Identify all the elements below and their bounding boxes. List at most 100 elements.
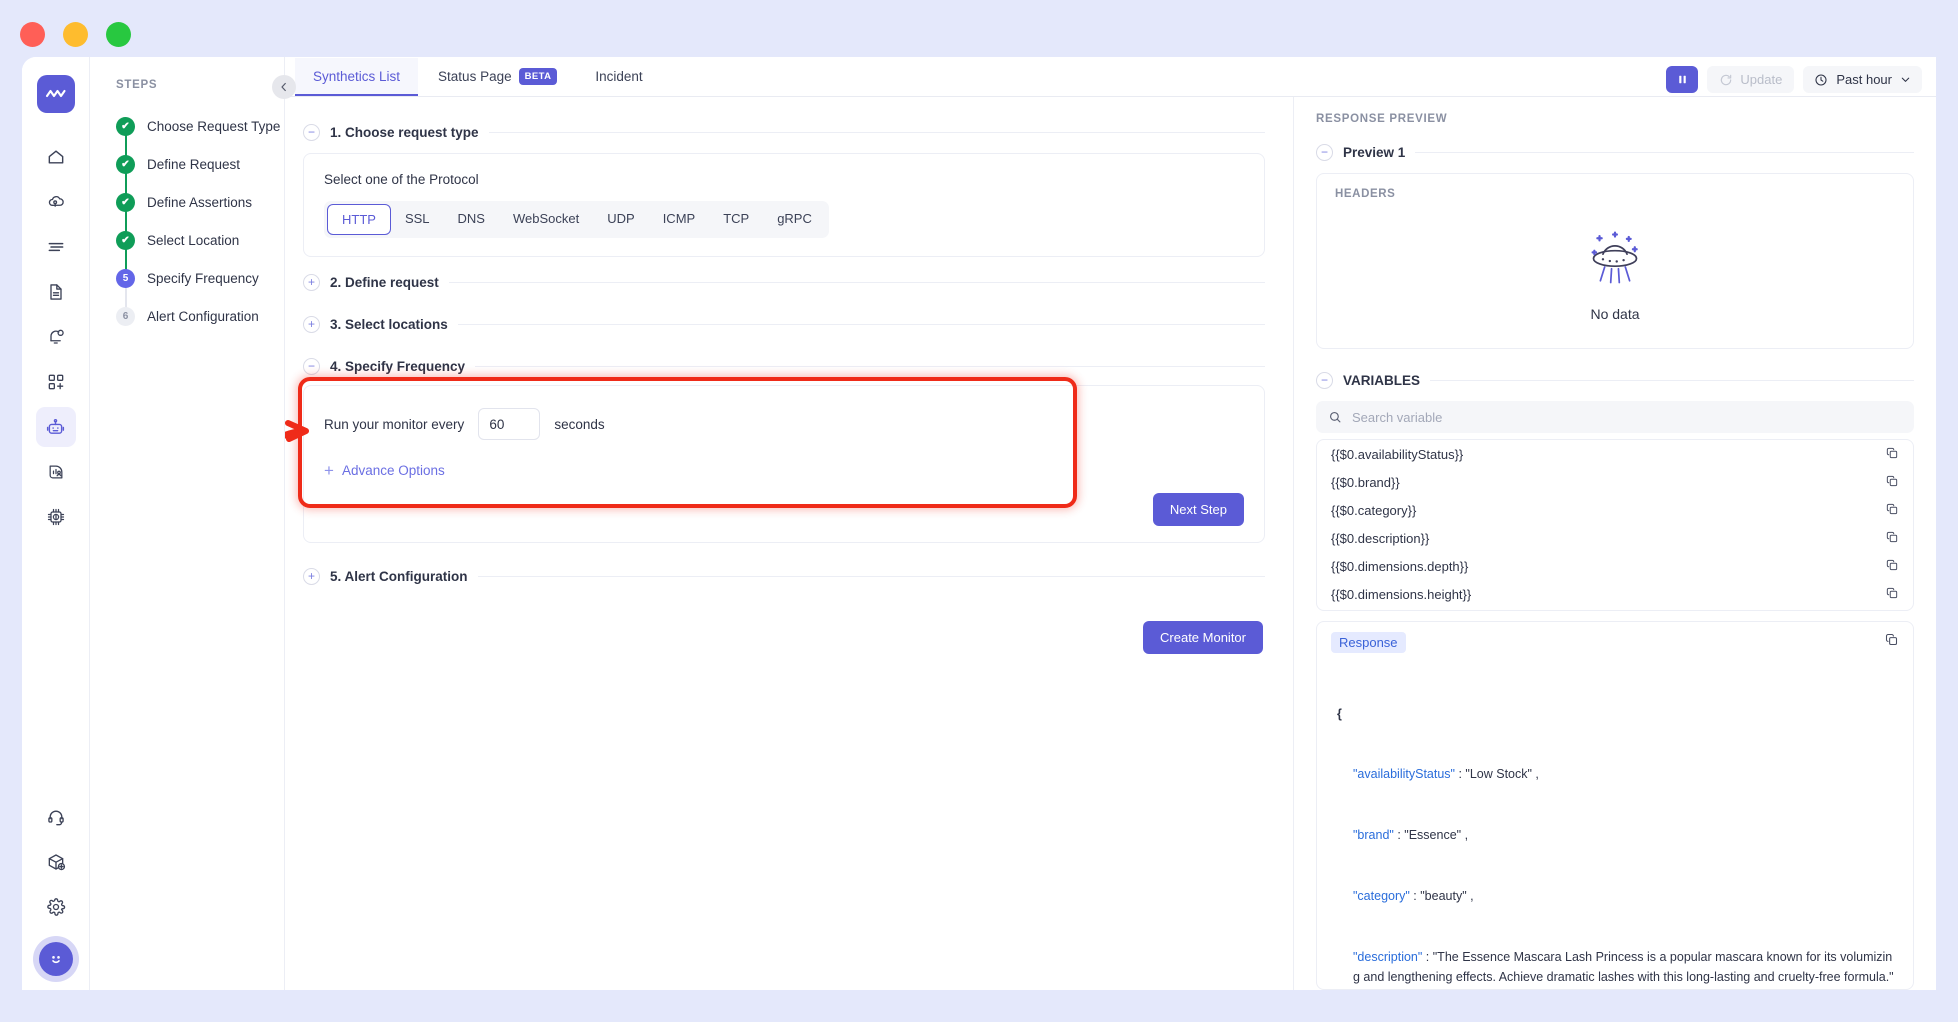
- protocol-option-grpc[interactable]: gRPC: [763, 204, 826, 235]
- frequency-input[interactable]: [478, 408, 540, 440]
- variable-row[interactable]: {{$0.description}}: [1317, 524, 1913, 552]
- app-logo-icon[interactable]: [37, 75, 75, 113]
- home-icon[interactable]: [36, 137, 76, 177]
- copy-response-icon[interactable]: [1884, 632, 1899, 652]
- step-define-assertions[interactable]: ✔ Define Assertions: [116, 183, 284, 221]
- protocol-option-ssl[interactable]: SSL: [391, 204, 444, 235]
- maximize-window-button[interactable]: [106, 22, 131, 47]
- section-header-select-locations[interactable]: + 3. Select locations: [303, 307, 1265, 341]
- json-value: "The Essence Mascara Lash Princess is a …: [1353, 950, 1897, 991]
- logs-icon[interactable]: [36, 227, 76, 267]
- section-toggle-icon[interactable]: −: [303, 358, 320, 375]
- section-toggle-icon[interactable]: +: [303, 274, 320, 291]
- copy-icon[interactable]: [1885, 558, 1899, 575]
- add-package-icon[interactable]: [36, 842, 76, 882]
- variable-row[interactable]: {{$0.dimensions.depth}}: [1317, 552, 1913, 580]
- close-window-button[interactable]: [20, 22, 45, 47]
- search-variable-input[interactable]: [1352, 410, 1902, 425]
- step-marker: 5: [116, 269, 135, 288]
- step-label: Choose Request Type: [147, 119, 280, 134]
- support-headset-icon[interactable]: [36, 797, 76, 837]
- tab-status-page[interactable]: Status Page BETA: [420, 58, 575, 96]
- copy-icon[interactable]: [1885, 530, 1899, 547]
- section-toggle-icon[interactable]: +: [303, 568, 320, 585]
- copy-icon[interactable]: [1885, 446, 1899, 463]
- protocol-option-tcp[interactable]: TCP: [709, 204, 763, 235]
- steps-title: STEPS: [116, 79, 284, 91]
- step-label: Define Request: [147, 157, 240, 172]
- json-line: "description" : "The Essence Mascara Las…: [1331, 947, 1899, 991]
- pause-button[interactable]: [1666, 66, 1698, 93]
- minimize-window-button[interactable]: [63, 22, 88, 47]
- alerts-bell-icon[interactable]: [36, 317, 76, 357]
- next-step-button[interactable]: Next Step: [1153, 493, 1244, 526]
- cloud-services-icon[interactable]: [36, 182, 76, 222]
- section-divider: [1430, 380, 1914, 381]
- variable-row[interactable]: {{$0.availabilityStatus}}: [1317, 440, 1913, 468]
- settings-gear-icon[interactable]: [36, 887, 76, 927]
- variable-row[interactable]: {{$0.dimensions.height}}: [1317, 580, 1913, 608]
- advance-options-toggle[interactable]: + Advance Options: [324, 462, 1244, 479]
- dashboard-add-icon[interactable]: [36, 362, 76, 402]
- copy-icon[interactable]: [1885, 474, 1899, 491]
- response-chip: Response: [1331, 632, 1406, 653]
- variable-search-box[interactable]: [1316, 401, 1914, 433]
- json-sep: :: [1455, 767, 1465, 781]
- document-icon[interactable]: [36, 272, 76, 312]
- step-marker: ✔: [116, 155, 135, 174]
- tab-synthetics-list[interactable]: Synthetics List: [295, 58, 418, 96]
- section-toggle-icon[interactable]: +: [303, 316, 320, 333]
- json-sep: :: [1394, 828, 1404, 842]
- step-select-location[interactable]: ✔ Select Location: [116, 221, 284, 259]
- user-avatar[interactable]: [39, 942, 73, 976]
- step-specify-frequency[interactable]: 5 Specify Frequency: [116, 259, 284, 297]
- json-open-brace: {: [1331, 704, 1899, 724]
- step-label: Alert Configuration: [147, 309, 259, 324]
- infrastructure-chip-icon[interactable]: [36, 497, 76, 537]
- create-monitor-button[interactable]: Create Monitor: [1143, 621, 1263, 654]
- global-nav-rail: [22, 57, 90, 990]
- json-value: "Low Stock" ,: [1465, 767, 1539, 781]
- json-key: "availabilityStatus": [1353, 767, 1455, 781]
- collapse-sidebar-button[interactable]: [272, 75, 296, 99]
- plus-icon: +: [324, 462, 334, 479]
- response-json: { "availabilityStatus" : "Low Stock" , "…: [1331, 663, 1899, 990]
- protocol-option-websocket[interactable]: WebSocket: [499, 204, 593, 235]
- beta-badge: BETA: [519, 68, 558, 85]
- preview-1-header[interactable]: − Preview 1: [1316, 135, 1914, 169]
- variable-name: {{$0.dimensions.depth}}: [1331, 559, 1468, 574]
- protocol-option-icmp[interactable]: ICMP: [649, 204, 710, 235]
- variable-name: {{$0.availabilityStatus}}: [1331, 447, 1463, 462]
- tab-label: Synthetics List: [313, 69, 400, 84]
- step-marker: ✔: [116, 231, 135, 250]
- synthetics-robot-icon[interactable]: [36, 407, 76, 447]
- variable-row[interactable]: {{$0.brand}}: [1317, 468, 1913, 496]
- no-data-label: No data: [1590, 306, 1639, 322]
- variable-name: {{$0.category}}: [1331, 503, 1416, 518]
- messaging-queues-icon[interactable]: [36, 452, 76, 492]
- protocol-option-http[interactable]: HTTP: [327, 204, 391, 235]
- variable-row[interactable]: {{$0.category}}: [1317, 496, 1913, 524]
- step-define-request[interactable]: ✔ Define Request: [116, 145, 284, 183]
- protocol-option-dns[interactable]: DNS: [444, 204, 499, 235]
- section-header-alert-configuration[interactable]: + 5. Alert Configuration: [303, 559, 1265, 593]
- copy-icon[interactable]: [1885, 502, 1899, 519]
- next-step-row: Next Step: [324, 493, 1244, 526]
- step-alert-configuration[interactable]: 6 Alert Configuration: [116, 297, 284, 335]
- section-header-define-request[interactable]: + 2. Define request: [303, 265, 1265, 299]
- section-header-specify-frequency[interactable]: − 4. Specify Frequency: [303, 349, 1265, 383]
- variables-header[interactable]: − VARIABLES: [1316, 363, 1914, 397]
- variable-row[interactable]: {{$0.dimensions.width}}: [1317, 608, 1913, 611]
- preview-toggle-icon[interactable]: −: [1316, 144, 1333, 161]
- time-range-selector[interactable]: Past hour: [1803, 66, 1922, 93]
- step-choose-request-type[interactable]: ✔ Choose Request Type: [116, 107, 284, 145]
- section-toggle-icon[interactable]: −: [303, 124, 320, 141]
- tab-incident[interactable]: Incident: [577, 58, 660, 96]
- update-button[interactable]: Update: [1707, 66, 1794, 93]
- variables-toggle-icon[interactable]: −: [1316, 372, 1333, 389]
- section-header-choose-request-type[interactable]: − 1. Choose request type: [303, 115, 1265, 149]
- variables-title: VARIABLES: [1343, 373, 1420, 388]
- copy-icon[interactable]: [1885, 586, 1899, 603]
- protocol-option-udp[interactable]: UDP: [593, 204, 648, 235]
- json-value: "beauty" ,: [1420, 889, 1473, 903]
